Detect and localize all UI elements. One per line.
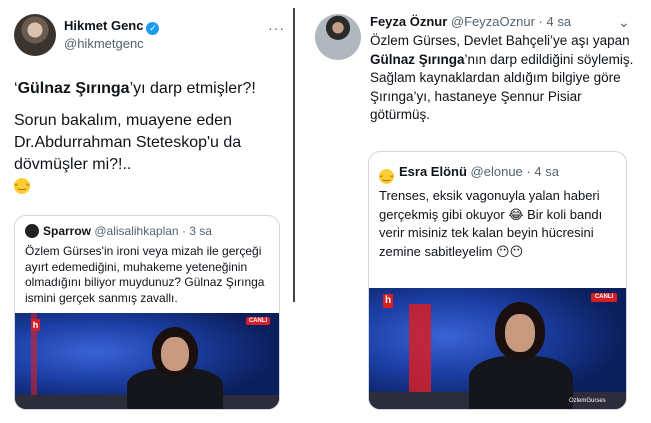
quoted-author[interactable]: Sparrow (43, 224, 91, 238)
live-badge: CANLI (591, 293, 617, 302)
quoted-tweet[interactable]: ᵕ‿ᵕ Esra Elönü @elonue · 4 sa Trenses, ek… (368, 151, 627, 410)
quoted-media-image[interactable]: h CANLI (15, 313, 279, 409)
quoted-tweet[interactable]: Sparrow @alisalihkaplan · 3 sa Özlem Gür… (14, 215, 280, 410)
author-name[interactable]: Hikmet Genc ✓ (64, 18, 160, 35)
verified-badge-icon: ✓ (146, 22, 160, 35)
tweet-header: Feyza Öznur @FeyzaOznur · 4 sa (370, 14, 571, 29)
bold-name: Gülnaz Şırınga (370, 51, 465, 67)
caption: OzlemGurses (569, 398, 606, 404)
quoted-avatar-emoji-icon[interactable]: ᵕ‿ᵕ (379, 169, 394, 184)
quoted-media-image[interactable]: h CANLI OzlemGurses (369, 288, 626, 409)
left-tweet: Hikmet Genc ✓ @hikmetgenc ··· ‘Gülnaz Şır… (0, 0, 290, 423)
bold-name: Gülnaz Şırınga (17, 80, 130, 97)
author-name[interactable]: Feyza Öznur (370, 14, 447, 29)
quoted-author[interactable]: Esra Elönü (399, 164, 467, 179)
right-tweet: Feyza Öznur @FeyzaOznur · 4 sa ⌄ Özlem G… (302, 0, 651, 423)
quoted-time[interactable]: · 3 sa (182, 224, 212, 238)
text-prefix: Özlem Gürses, Devlet Bahçeli’ye aşı yapa… (370, 33, 630, 48)
red-logo-panel (409, 304, 431, 399)
quoted-text: Özlem Gürses'in ironi veya mizah ile ger… (25, 244, 265, 305)
more-options-icon[interactable]: ··· (268, 20, 285, 36)
quoted-text: Trenses, eksik vagonuyla yalan haberi ge… (379, 188, 603, 259)
channel-logo: h (383, 294, 393, 308)
line1-suffix: ’yı darp etmişler?! (129, 80, 256, 97)
presenter-face (161, 337, 189, 371)
column-divider (293, 8, 295, 302)
presenter-body (469, 356, 573, 409)
tweet-text-line1: ‘Gülnaz Şırınga’yı darp etmişler?! (14, 78, 284, 100)
avatar[interactable] (14, 14, 56, 56)
author-handle[interactable]: @hikmetgenc (64, 36, 144, 51)
channel-logo: h (31, 319, 40, 331)
author-name-text[interactable]: Hikmet Genc (64, 18, 143, 33)
tweet-time[interactable]: · 4 sa (539, 14, 572, 29)
presenter-face (505, 314, 535, 352)
author-handle[interactable]: @FeyzaOznur (451, 14, 535, 29)
quoted-avatar[interactable] (25, 224, 39, 238)
chevron-down-icon[interactable]: ⌄ (618, 14, 630, 31)
quoted-tweet-header: Sparrow @alisalihkaplan · 3 sa (25, 224, 212, 238)
quoted-handle[interactable]: @alisalihkaplan (94, 224, 178, 238)
quoted-tweet-header: ᵕ‿ᵕ Esra Elönü @elonue · 4 sa (379, 164, 559, 184)
avatar[interactable] (315, 14, 361, 60)
grin-emoji-icon: ᵕ‿ᵕ (14, 178, 30, 194)
quoted-handle[interactable]: @elonue (471, 164, 523, 179)
live-badge: CANLI (246, 317, 270, 325)
quoted-time[interactable]: · 4 sa (526, 164, 559, 179)
tweet-text: Özlem Gürses, Devlet Bahçeli’ye aşı yapa… (370, 32, 640, 125)
tweet-text-body: Sorun bakalım, muayene eden Dr.Abdurrahm… (14, 112, 242, 173)
